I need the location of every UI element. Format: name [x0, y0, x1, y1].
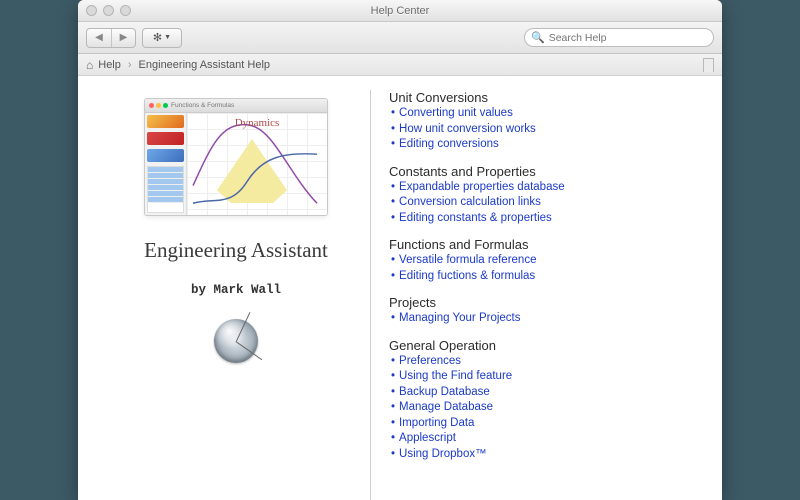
thumb-graph: Dynamics [187, 113, 327, 215]
topic-link[interactable]: Converting unit values [399, 107, 513, 119]
thumb-graph-label: Dynamics [187, 117, 327, 129]
topic-link[interactable]: Editing conversions [399, 138, 499, 150]
section-heading: Projects [389, 295, 698, 310]
topic-link-item: • Expandable properties database [391, 180, 698, 196]
window-title: Help Center [78, 5, 722, 17]
bullet-icon: • [391, 138, 395, 150]
topic-link[interactable]: Importing Data [399, 417, 474, 429]
topic-link-item: • Editing fuctions & formulas [391, 269, 698, 285]
bullet-icon: • [391, 355, 395, 367]
bookmark-icon[interactable] [703, 58, 714, 72]
bullet-icon: • [391, 386, 395, 398]
bullet-icon: • [391, 417, 395, 429]
back-button[interactable]: ◀ [87, 29, 111, 47]
nav-buttons: ◀ ▶ [86, 28, 136, 48]
bullet-icon: • [391, 370, 395, 382]
topic-link-item: • Editing constants & properties [391, 211, 698, 227]
topic-link[interactable]: Manage Database [399, 401, 493, 413]
topic-link-item: • Using Dropbox™ [391, 447, 698, 463]
hero-column: Functions & Formulas Dynamics [102, 90, 370, 500]
traffic-lights [78, 5, 131, 16]
topic-section: Projects • Managing Your Projects [389, 295, 698, 327]
topic-link[interactable]: Expandable properties database [399, 181, 565, 193]
topic-link-item: • Editing conversions [391, 137, 698, 153]
zoom-icon[interactable] [120, 5, 131, 16]
topic-link[interactable]: Editing fuctions & formulas [399, 270, 535, 282]
app-author: by Mark Wall [191, 283, 281, 297]
close-icon[interactable] [86, 5, 97, 16]
topic-link[interactable]: Conversion calculation links [399, 196, 541, 208]
minimize-icon[interactable] [103, 5, 114, 16]
bullet-icon: • [391, 254, 395, 266]
topic-link[interactable]: Using Dropbox™ [399, 448, 487, 460]
topic-link[interactable]: Versatile formula reference [399, 254, 536, 266]
search-field[interactable]: 🔍 [524, 28, 714, 47]
bullet-icon: • [391, 432, 395, 444]
forward-button[interactable]: ▶ [111, 29, 135, 47]
topics-column: Unit Conversions•Converting unit values•… [375, 90, 698, 500]
thumb-tab-label: Functions & Formulas [171, 102, 234, 109]
bullet-icon: • [391, 196, 395, 208]
search-input[interactable] [549, 32, 707, 44]
chevron-down-icon: ▼ [164, 34, 171, 41]
section-heading: Unit Conversions [389, 90, 698, 105]
bullet-icon: • [391, 212, 395, 224]
topic-link[interactable]: How unit conversion works [399, 123, 536, 135]
search-icon: 🔍 [531, 31, 545, 44]
breadcrumb-root[interactable]: Help [98, 59, 121, 71]
topic-section: Functions and Formulas • Versatile formula… [389, 237, 698, 284]
bullet-icon: • [391, 270, 395, 282]
gear-icon: ✻ [153, 31, 162, 44]
topic-link[interactable]: Using the Find feature [399, 370, 512, 382]
thumb-titlebar: Functions & Formulas [145, 99, 327, 113]
topic-link[interactable]: Applescript [399, 432, 456, 444]
app-title: Engineering Assistant [144, 238, 328, 263]
topic-link[interactable]: Editing constants & properties [399, 212, 552, 224]
topic-link-item: • Backup Database [391, 385, 698, 401]
topic-section: Unit Conversions•Converting unit values•… [389, 90, 698, 153]
breadcrumb-separator: › [128, 59, 132, 71]
toolbar: ◀ ▶ ✻ ▼ 🔍 [78, 22, 722, 54]
topic-link-item: • Applescript [391, 431, 698, 447]
topic-link-item: • Importing Data [391, 416, 698, 432]
topic-link-item: • Conversion calculation links [391, 195, 698, 211]
topic-link-item: • Manage Database [391, 400, 698, 416]
breadcrumb: ⌂ Help › Engineering Assistant Help [78, 54, 722, 76]
bullet-icon: • [391, 312, 395, 324]
topic-link-item: • Preferences [391, 354, 698, 370]
bullet-icon: • [391, 448, 395, 460]
app-emblem-icon [214, 319, 258, 363]
thumb-sidebar [145, 113, 187, 215]
content-area: Functions & Formulas Dynamics [78, 76, 722, 500]
topic-link[interactable]: Preferences [399, 355, 461, 367]
topic-link-item: • How unit conversion works [391, 122, 698, 138]
app-thumbnail: Functions & Formulas Dynamics [144, 98, 328, 216]
topic-section: General Operation • Preferences • Using the … [389, 338, 698, 463]
topic-link[interactable]: Managing Your Projects [399, 312, 520, 324]
topic-link-item: • Managing Your Projects [391, 311, 698, 327]
section-heading: Functions and Formulas [389, 237, 698, 252]
bullet-icon: • [391, 123, 395, 135]
column-divider [370, 90, 371, 500]
topic-link-item: • Converting unit values [391, 106, 698, 122]
topic-link-item: • Versatile formula reference [391, 253, 698, 269]
topic-link[interactable]: Backup Database [399, 386, 490, 398]
bullet-icon: • [391, 401, 395, 413]
breadcrumb-page[interactable]: Engineering Assistant Help [139, 59, 270, 71]
bullet-icon: • [391, 107, 395, 119]
section-heading: General Operation [389, 338, 698, 353]
action-menu-button[interactable]: ✻ ▼ [142, 28, 182, 48]
titlebar: Help Center [78, 0, 722, 22]
topic-section: Constants and Properties • Expandable prop… [389, 164, 698, 227]
topic-link-item: • Using the Find feature [391, 369, 698, 385]
section-heading: Constants and Properties [389, 164, 698, 179]
help-window: Help Center ◀ ▶ ✻ ▼ 🔍 ⌂ Help › Engineeri… [78, 0, 722, 500]
home-icon[interactable]: ⌂ [86, 58, 93, 72]
bullet-icon: • [391, 181, 395, 193]
